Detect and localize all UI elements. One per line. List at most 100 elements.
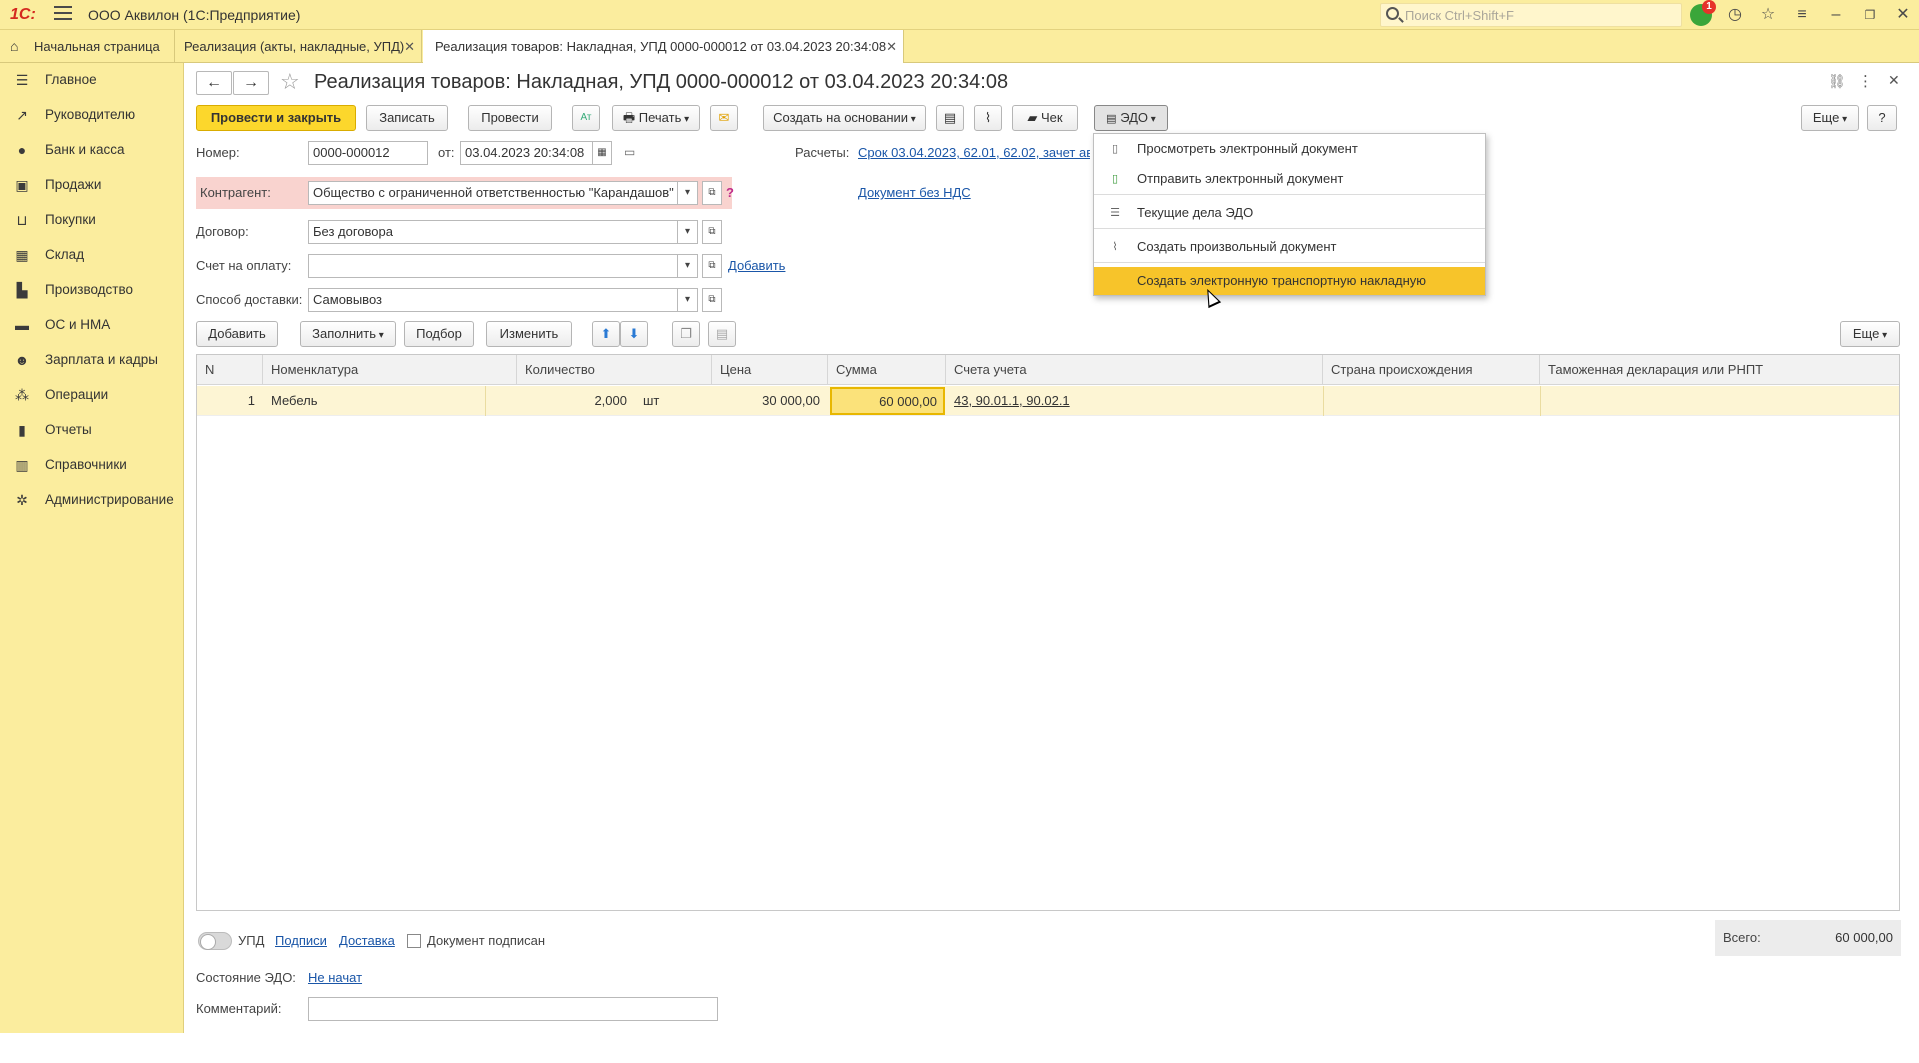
paste-row-icon[interactable]: ▤	[708, 321, 736, 347]
column-header-accounts[interactable]: Счета учета	[946, 355, 1323, 385]
back-button[interactable]: ←	[196, 71, 232, 95]
menu-item-send-edoc[interactable]: ▯ Отправить электронный документ	[1094, 165, 1485, 193]
sidebar-item-bank[interactable]: ● Банк и касса	[0, 133, 184, 167]
structure-icon[interactable]: ▤	[936, 105, 964, 131]
post-and-close-button[interactable]: Провести и закрыть	[196, 105, 356, 131]
main-menu-icon[interactable]	[54, 6, 72, 20]
copy-row-icon[interactable]: ❐	[672, 321, 700, 347]
table-more-button[interactable]: Еще ▾	[1840, 321, 1900, 347]
tab-close-icon[interactable]: ✕	[404, 30, 415, 63]
add-row-button[interactable]: Добавить	[196, 321, 278, 347]
forward-button[interactable]: →	[233, 71, 269, 95]
invoice-open-icon[interactable]: ⧉	[702, 254, 722, 278]
document-signed-checkbox[interactable]	[407, 934, 421, 948]
cell-n[interactable]: 1	[197, 386, 255, 416]
receipt-button[interactable]: ▰ Чек	[1012, 105, 1078, 131]
save-button[interactable]: Записать	[366, 105, 448, 131]
cell-unit[interactable]: шт	[643, 386, 703, 416]
paperclip-icon[interactable]: ⌇	[974, 105, 1002, 131]
cell-item-characteristic[interactable]	[485, 386, 515, 416]
favorite-star-icon[interactable]: ☆	[280, 69, 300, 95]
favorites-star-icon[interactable]: ☆	[1758, 5, 1778, 25]
upd-toggle[interactable]	[198, 932, 232, 950]
menu-item-create-e-waybill[interactable]: Создать электронную транспортную накладн…	[1094, 267, 1485, 295]
contract-open-icon[interactable]: ⧉	[702, 220, 722, 244]
delivery-dropdown-icon[interactable]: ▾	[678, 288, 698, 312]
delivery-field[interactable]: Самовывоз	[308, 288, 678, 312]
sidebar-item-purchases[interactable]: ⊔ Покупки	[0, 203, 184, 237]
cell-item[interactable]: Мебель	[271, 386, 471, 416]
sidebar-item-operations[interactable]: ⁂ Операции	[0, 378, 184, 412]
contract-dropdown-icon[interactable]: ▾	[678, 220, 698, 244]
create-based-on-button[interactable]: Создать на основании ▾	[763, 105, 926, 131]
menu-item-create-arbitrary-doc[interactable]: ⌇ Создать произвольный документ	[1094, 233, 1485, 261]
column-header-customs[interactable]: Таможенная декларация или РНПТ	[1540, 355, 1899, 385]
counterparty-dropdown-icon[interactable]: ▾	[678, 181, 698, 205]
numbering-icon[interactable]: ▭	[624, 145, 635, 159]
link-icon[interactable]: ⛓	[1828, 73, 1846, 90]
sidebar-item-warehouse[interactable]: ▦ Склад	[0, 238, 184, 272]
column-header-price[interactable]: Цена	[712, 355, 828, 385]
sidebar-item-salary[interactable]: ☻ Зарплата и кадры	[0, 343, 184, 377]
history-icon[interactable]: ◷	[1725, 5, 1745, 25]
sidebar-item-fixed-assets[interactable]: ▬ ОС и НМА	[0, 308, 184, 342]
notifications-icon[interactable]: 1	[1690, 0, 1716, 26]
cell-sum[interactable]: 60 000,00	[830, 387, 945, 415]
no-vat-link[interactable]: Документ без НДС	[858, 185, 971, 200]
comment-field[interactable]	[308, 997, 718, 1021]
number-field[interactable]: 0000-000012	[308, 141, 428, 165]
restore-icon[interactable]: ❐	[1860, 5, 1880, 25]
cell-accounts-link[interactable]: 43, 90.01.1, 90.02.1	[954, 386, 1070, 416]
cell-country[interactable]	[1323, 386, 1540, 416]
email-icon[interactable]: ✉	[710, 105, 738, 131]
post-button[interactable]: Провести	[468, 105, 552, 131]
contract-field[interactable]: Без договора	[308, 220, 678, 244]
settlements-link[interactable]: Срок 03.04.2023, 62.01, 62.02, зачет ав	[858, 145, 1090, 160]
sidebar-item-sales[interactable]: ▣ Продажи	[0, 168, 184, 202]
column-header-sum[interactable]: Сумма	[828, 355, 946, 385]
tab-home[interactable]: ⌂ Начальная страница	[0, 30, 175, 63]
more-button[interactable]: Еще ▾	[1801, 105, 1859, 131]
calendar-icon[interactable]: ▦	[592, 141, 612, 165]
sidebar-item-directories[interactable]: ▥ Справочники	[0, 448, 184, 482]
sidebar-item-reports[interactable]: ▮ Отчеты	[0, 413, 184, 447]
counterparty-open-icon[interactable]: ⧉	[702, 181, 722, 205]
menu-item-view-edoc[interactable]: ▯ Просмотреть электронный документ	[1094, 135, 1485, 163]
cell-quantity[interactable]: 2,000	[517, 386, 627, 416]
sidebar-item-main[interactable]: ☰ Главное	[0, 63, 184, 97]
cell-price[interactable]: 30 000,00	[712, 386, 820, 416]
invoice-add-link[interactable]: Добавить	[728, 258, 785, 273]
tab-sales-list[interactable]: Реализация (акты, накладные, УПД) ✕	[176, 30, 422, 63]
tab-close-icon[interactable]: ✕	[886, 30, 897, 63]
column-header-n[interactable]: N	[197, 355, 263, 385]
dt-kt-icon[interactable]: Ат	[572, 105, 600, 131]
close-window-icon[interactable]: ✕	[1893, 5, 1913, 25]
change-button[interactable]: Изменить	[486, 321, 572, 347]
column-header-item[interactable]: Номенклатура	[263, 355, 517, 385]
tab-sales-document[interactable]: Реализация товаров: Накладная, УПД 0000-…	[423, 30, 904, 64]
minimize-icon[interactable]: –	[1826, 5, 1846, 25]
invoice-field[interactable]	[308, 254, 678, 278]
sidebar-item-production[interactable]: ▙ Производство	[0, 273, 184, 307]
edo-state-link[interactable]: Не начат	[308, 970, 362, 985]
pick-button[interactable]: Подбор	[404, 321, 474, 347]
edo-button[interactable]: ▤ ЭДО ▾	[1094, 105, 1168, 131]
delivery-open-icon[interactable]: ⧉	[702, 288, 722, 312]
column-header-country[interactable]: Страна происхождения	[1323, 355, 1540, 385]
goods-table[interactable]: N Номенклатура Количество Цена Сумма Сче…	[196, 354, 1900, 911]
table-row[interactable]: 1 Мебель 2,000 шт 30 000,00 60 000,00 43…	[197, 386, 1899, 416]
signatures-link[interactable]: Подписи	[275, 933, 327, 948]
invoice-dropdown-icon[interactable]: ▾	[678, 254, 698, 278]
column-header-quantity[interactable]: Количество	[517, 355, 712, 385]
sidebar-item-manager[interactable]: ↗ Руководителю	[0, 98, 184, 132]
app-logo[interactable]: 1С:	[10, 6, 36, 24]
more-vertical-icon[interactable]: ⋮	[1858, 72, 1873, 90]
print-button[interactable]: 🖶 Печать ▾	[612, 105, 700, 131]
move-up-icon[interactable]: ⬆	[592, 321, 620, 347]
delivery-link[interactable]: Доставка	[339, 933, 395, 948]
fill-button[interactable]: Заполнить ▾	[300, 321, 396, 347]
settings-list-icon[interactable]: ≡	[1792, 5, 1812, 25]
global-search-input[interactable]: Поиск Ctrl+Shift+F	[1380, 3, 1682, 27]
sidebar-item-administration[interactable]: ✲ Администрирование	[0, 483, 184, 517]
counterparty-field[interactable]: Общество с ограниченной ответственностью…	[308, 181, 678, 205]
